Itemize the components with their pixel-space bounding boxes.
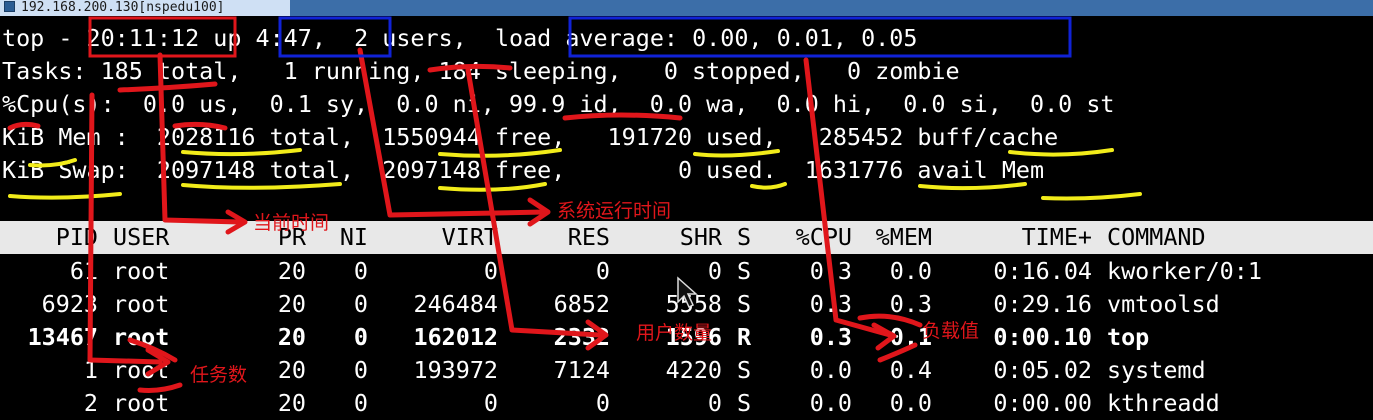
- cell-pr: 20: [277, 257, 306, 285]
- col-s: S: [737, 223, 752, 251]
- cell-mem: 0.3: [889, 290, 932, 318]
- up-label: up: [199, 24, 256, 52]
- cell-shr: 4220: [665, 356, 722, 384]
- cell-ni: 0: [353, 323, 368, 351]
- col-cpu: %CPU: [795, 223, 852, 251]
- cell-virt: 0: [483, 389, 498, 417]
- cell-res: 2332: [553, 323, 610, 351]
- col-virt: VIRT: [441, 223, 498, 251]
- cell-cmd: systemd: [1107, 356, 1206, 384]
- cell-pid: 13467: [27, 323, 98, 351]
- cell-virt: 162012: [413, 323, 499, 351]
- cell-mem: 0.1: [889, 323, 932, 351]
- anno-load: 负载值: [922, 320, 980, 342]
- load-average: load average: 0.00, 0.01, 0.05: [494, 24, 918, 52]
- cell-res: 0: [595, 389, 610, 417]
- summary-line-cpu: %Cpu(s): 0.0 us, 0.1 sy, 0.0 ni, 99.9 id…: [2, 90, 1115, 118]
- cell-pid: 61: [69, 257, 98, 285]
- session-tab-title: 192.168.200.130[nspedu100]: [21, 0, 225, 15]
- col-res: RES: [567, 223, 610, 251]
- process-row[interactable]: 2 root 20 0 0 0 0 S 0.0 0.0 0:00.00 kthreadd: [0, 387, 1373, 420]
- cell-user: root: [113, 356, 170, 384]
- cell-virt: 246484: [413, 290, 499, 318]
- summary-line-swap: KiB Swap: 2097148 total, 2097148 free, 0…: [2, 156, 1045, 184]
- col-pid: PID: [55, 223, 98, 251]
- anno-uptime: 系统运行时间: [557, 200, 672, 222]
- cell-user: root: [113, 290, 170, 318]
- col-command: COMMAND: [1107, 223, 1206, 251]
- cell-pr: 20: [277, 389, 306, 417]
- session-tab[interactable]: 192.168.200.130[nspedu100]: [0, 0, 290, 16]
- col-user: USER: [113, 223, 170, 251]
- cell-s: S: [737, 356, 752, 384]
- process-table-header: PID USER PR NI VIRT RES SHR S %CPU %MEM …: [0, 221, 1373, 254]
- cell-mem: 0.0: [889, 257, 932, 285]
- cell-user: root: [113, 323, 170, 351]
- cell-cmd: kworker/0:1: [1107, 257, 1262, 285]
- mark-avail-mem: [1041, 192, 1142, 201]
- cell-ni: 0: [353, 356, 368, 384]
- cell-shr: 5558: [665, 290, 722, 318]
- cell-pr: 20: [277, 290, 306, 318]
- cell-ni: 0: [353, 389, 368, 417]
- cell-pid: 1: [83, 356, 98, 384]
- users-count: 2 users,: [325, 24, 495, 52]
- cell-s: S: [737, 389, 752, 417]
- window-tab-bar: 192.168.200.130[nspedu100]: [0, 0, 1373, 16]
- cell-cmd: vmtoolsd: [1107, 290, 1220, 318]
- cell-pid: 6923: [41, 290, 98, 318]
- top-prefix: top -: [2, 24, 87, 52]
- terminal-icon: [4, 1, 15, 12]
- summary-line-mem: KiB Mem : 2028116 total, 1550944 free, 1…: [2, 123, 1059, 151]
- cell-s: S: [737, 257, 752, 285]
- cell-res: 6852: [553, 290, 610, 318]
- cell-user: root: [113, 389, 170, 417]
- cell-shr: 0: [707, 257, 722, 285]
- cell-s: R: [737, 323, 752, 351]
- cell-time: 0:29.16: [993, 290, 1092, 318]
- col-shr: SHR: [679, 223, 722, 251]
- col-mem: %MEM: [875, 223, 932, 251]
- col-time: TIME+: [1021, 223, 1092, 251]
- cell-cmd: top: [1107, 323, 1150, 351]
- cell-virt: 193972: [413, 356, 499, 384]
- cell-cmd: kthreadd: [1107, 389, 1220, 417]
- cell-cpu: 0.0: [809, 389, 852, 417]
- cell-s: S: [737, 290, 752, 318]
- cell-time: 0:16.04: [993, 257, 1092, 285]
- cell-mem: 0.0: [889, 389, 932, 417]
- cell-pid: 2: [83, 389, 98, 417]
- cell-cpu: 0.3: [809, 323, 852, 351]
- summary-line-uptime: top - 20:11:12 up 4:47, 2 users, load av…: [2, 22, 917, 55]
- cell-time: 0:00.00: [993, 389, 1092, 417]
- anno-memory: 用户数量: [636, 322, 713, 344]
- cell-res: 0: [595, 257, 610, 285]
- cell-cpu: 0.3: [809, 257, 852, 285]
- cell-cpu: 0.3: [809, 290, 852, 318]
- anno-current-time: 当前时间: [253, 212, 330, 234]
- cell-res: 7124: [553, 356, 610, 384]
- mark-swap-label: [8, 192, 122, 200]
- cell-ni: 0: [353, 290, 368, 318]
- anno-tasks: 任务数: [190, 364, 248, 386]
- cell-time: 0:05.02: [993, 356, 1092, 384]
- summary-line-tasks: Tasks: 185 total, 1 running, 184 sleepin…: [2, 57, 960, 85]
- cell-virt: 0: [483, 257, 498, 285]
- cell-user: root: [113, 257, 170, 285]
- current-time: 20:11:12: [86, 24, 200, 52]
- cell-ni: 0: [353, 257, 368, 285]
- mouse-cursor-icon: [677, 276, 698, 309]
- cell-pr: 20: [277, 323, 306, 351]
- uptime-value: 4:47,: [255, 24, 326, 52]
- cell-shr: 0: [707, 389, 722, 417]
- cell-mem: 0.4: [889, 356, 932, 384]
- cell-cpu: 0.0: [809, 356, 852, 384]
